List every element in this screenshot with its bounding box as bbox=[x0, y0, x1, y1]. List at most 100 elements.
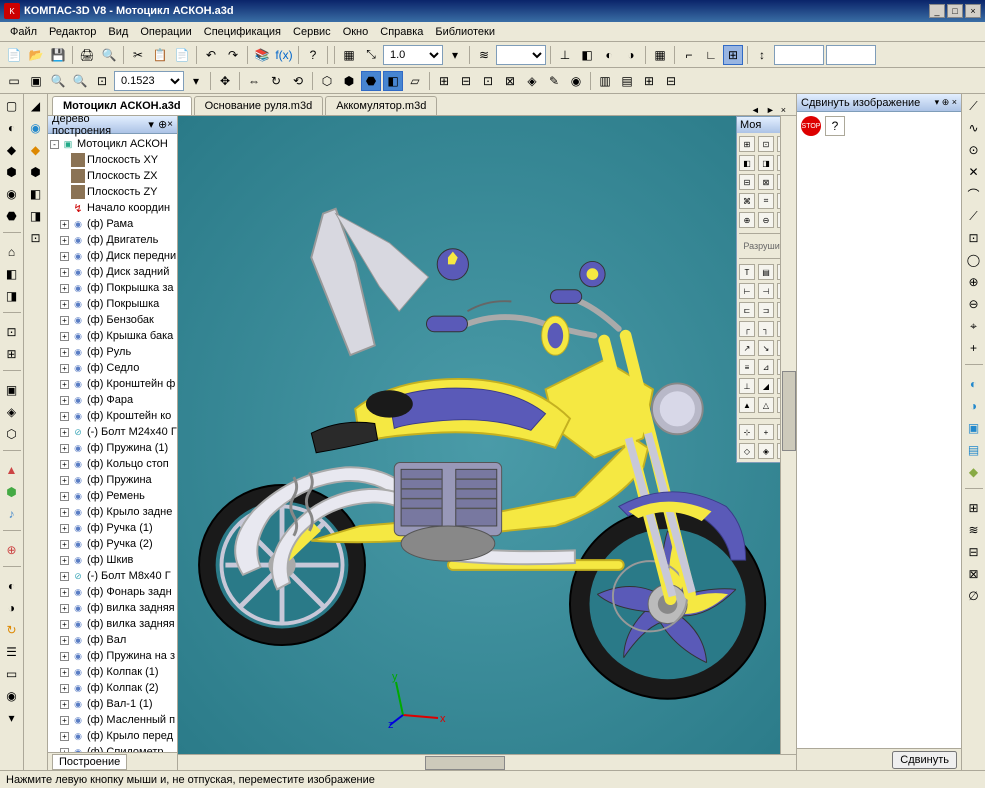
rt-14[interactable]: ◑ bbox=[964, 396, 984, 416]
new-button[interactable]: 📄 bbox=[4, 45, 24, 65]
tree-item[interactable]: +◉(ф) Ручка (1) bbox=[50, 520, 175, 536]
open-button[interactable]: 📂 bbox=[26, 45, 46, 65]
lt1-2[interactable]: ◐ bbox=[2, 118, 22, 138]
lt1-18[interactable]: ⊕ bbox=[2, 540, 22, 560]
help-button[interactable]: ? bbox=[303, 45, 323, 65]
fp-4[interactable]: ◧ bbox=[739, 155, 755, 171]
menu-specification[interactable]: Спецификация bbox=[198, 24, 287, 40]
h-scrollbar[interactable] bbox=[178, 754, 796, 770]
lt1-19[interactable]: ◐ bbox=[2, 576, 22, 596]
v2-6[interactable]: ✎ bbox=[544, 71, 564, 91]
fp-35[interactable]: ◢ bbox=[758, 378, 774, 394]
v2-2[interactable]: ⊟ bbox=[456, 71, 476, 91]
tool-b7[interactable]: ⊞ bbox=[723, 45, 743, 65]
menu-help[interactable]: Справка bbox=[374, 24, 429, 40]
tree-item[interactable]: +◉(ф) Покрышка за bbox=[50, 280, 175, 296]
layer-combo[interactable] bbox=[496, 45, 546, 65]
coord-x-input[interactable] bbox=[774, 45, 824, 65]
preview-button[interactable]: 🔍 bbox=[99, 45, 119, 65]
tree-item[interactable]: +◉(ф) Фара bbox=[50, 392, 175, 408]
fp-38[interactable]: △ bbox=[758, 397, 774, 413]
lt1-11[interactable]: ⊞ bbox=[2, 344, 22, 364]
cut-button[interactable]: ✂ bbox=[128, 45, 148, 65]
fp-23[interactable]: ⊐ bbox=[758, 302, 774, 318]
tree-item[interactable]: +◉(ф) Ручка (2) bbox=[50, 536, 175, 552]
tree-item[interactable]: +◉(ф) Фонарь задн bbox=[50, 584, 175, 600]
doctab-0[interactable]: Мотоцикл АСКОН.a3d bbox=[52, 96, 192, 115]
v2-10[interactable]: ⊞ bbox=[639, 71, 659, 91]
tree-item[interactable]: Плоскость ZY bbox=[50, 184, 175, 200]
zoom-in[interactable]: 🔍 bbox=[48, 71, 68, 91]
fp-26[interactable]: ┐ bbox=[758, 321, 774, 337]
tree-item[interactable]: +◉(ф) Спидометр bbox=[50, 744, 175, 752]
rt-2[interactable]: ∿ bbox=[964, 118, 984, 138]
tool-b3[interactable]: ◑ bbox=[621, 45, 641, 65]
tree-item[interactable]: +◉(ф) Пружина на з bbox=[50, 648, 175, 664]
rt-19[interactable]: ≋ bbox=[964, 520, 984, 540]
tree-item[interactable]: +◉(ф) Пружина bbox=[50, 472, 175, 488]
tool-b8[interactable]: ↕ bbox=[752, 45, 772, 65]
menu-file[interactable]: Файл bbox=[4, 24, 43, 40]
fp-29[interactable]: ↘ bbox=[758, 340, 774, 356]
v2-3[interactable]: ⊡ bbox=[478, 71, 498, 91]
v2-5[interactable]: ◈ bbox=[522, 71, 542, 91]
tree-item[interactable]: +◉(ф) Вал bbox=[50, 632, 175, 648]
zoom-combo[interactable]: 0.1523 bbox=[114, 71, 184, 91]
v2-8[interactable]: ▥ bbox=[595, 71, 615, 91]
ortho-button[interactable]: ⊥ bbox=[555, 45, 575, 65]
fp-43[interactable]: ◇ bbox=[739, 443, 755, 459]
shaded-edges-button[interactable]: ◧ bbox=[383, 71, 403, 91]
lt2-3[interactable]: ◆ bbox=[26, 140, 46, 160]
fp-7[interactable]: ⊟ bbox=[739, 174, 755, 190]
rotate-button[interactable]: ↻ bbox=[266, 71, 286, 91]
rt-9[interactable]: ⊕ bbox=[964, 272, 984, 292]
tree-item[interactable]: +◉(ф) Кроштейн ко bbox=[50, 408, 175, 424]
tree-item[interactable]: +◉(ф) Ремень bbox=[50, 488, 175, 504]
tree-item[interactable]: +◉(ф) Руль bbox=[50, 344, 175, 360]
lt2-5[interactable]: ◧ bbox=[26, 184, 46, 204]
tree-item[interactable]: -▣Мотоцикл АСКОН bbox=[50, 136, 175, 152]
view-1[interactable]: ▭ bbox=[4, 71, 24, 91]
menu-service[interactable]: Сервис bbox=[287, 24, 337, 40]
rt-18[interactable]: ⊞ bbox=[964, 498, 984, 518]
v2-4[interactable]: ⊠ bbox=[500, 71, 520, 91]
layer-button[interactable]: ≋ bbox=[474, 45, 494, 65]
minimize-button[interactable]: _ bbox=[929, 4, 945, 18]
print-button[interactable]: 🖨 bbox=[77, 45, 97, 65]
move-button[interactable]: ⇔ bbox=[244, 71, 264, 91]
orbit-button[interactable]: ⟲ bbox=[288, 71, 308, 91]
tree-item[interactable]: +◉(ф) Бензобак bbox=[50, 312, 175, 328]
lt1-6[interactable]: ⬣ bbox=[2, 206, 22, 226]
tree-item[interactable]: Плоскость ZX bbox=[50, 168, 175, 184]
fp-41[interactable]: + bbox=[758, 424, 774, 440]
v-scrollbar[interactable] bbox=[780, 116, 796, 754]
lt1-24[interactable]: ◉ bbox=[2, 686, 22, 706]
rt-22[interactable]: ∅ bbox=[964, 586, 984, 606]
tree-item[interactable]: +◉(ф) Рама bbox=[50, 216, 175, 232]
lt1-17[interactable]: ♪ bbox=[2, 504, 22, 524]
tree-body[interactable]: -▣Мотоцикл АСКОНПлоскость XYПлоскость ZX… bbox=[48, 134, 177, 752]
fp-28[interactable]: ↗ bbox=[739, 340, 755, 356]
tree-item[interactable]: +◉(ф) Покрышка bbox=[50, 296, 175, 312]
lt1-15[interactable]: ▲ bbox=[2, 460, 22, 480]
lt1-13[interactable]: ◈ bbox=[2, 402, 22, 422]
tree-item[interactable]: +◉(ф) Двигатель bbox=[50, 232, 175, 248]
perspective-button[interactable]: ▱ bbox=[405, 71, 425, 91]
apply-button[interactable]: Сдвинуть bbox=[892, 751, 957, 769]
rt-1[interactable]: ⟋ bbox=[964, 96, 984, 116]
rt-10[interactable]: ⊖ bbox=[964, 294, 984, 314]
snap-button[interactable]: ⤡ bbox=[361, 45, 381, 65]
tool-b5[interactable]: ⌐ bbox=[679, 45, 699, 65]
3d-viewport[interactable]: x y z Моя × ⊞⊡▦ ◧◨◩ ⊟⊠⊡ ⌘⌗⊛ ⊕⊖⊗ bbox=[178, 116, 796, 770]
tree-item[interactable]: Плоскость XY bbox=[50, 152, 175, 168]
help-icon[interactable]: ? bbox=[825, 116, 845, 136]
fp-8[interactable]: ⊠ bbox=[758, 174, 774, 190]
zoom-window[interactable]: ⊡ bbox=[92, 71, 112, 91]
lt1-14[interactable]: ⬡ bbox=[2, 424, 22, 444]
v2-9[interactable]: ▤ bbox=[617, 71, 637, 91]
right-panel-dropdown[interactable]: ▾ ⊕ × bbox=[935, 97, 957, 108]
fp-2[interactable]: ⊡ bbox=[758, 136, 774, 152]
fp-13[interactable]: ⊕ bbox=[739, 212, 755, 228]
copy-button[interactable]: 📋 bbox=[150, 45, 170, 65]
tree-item[interactable]: +◉(ф) вилка задняя bbox=[50, 616, 175, 632]
